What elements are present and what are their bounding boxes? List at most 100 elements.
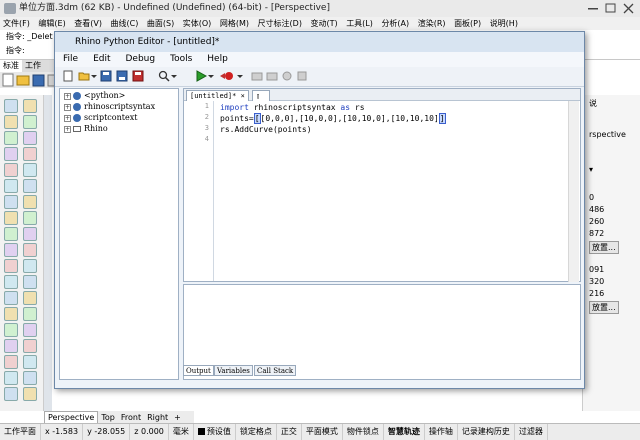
join-tool-icon[interactable] (4, 323, 18, 337)
minimize-icon[interactable] (588, 8, 598, 10)
new-script-icon[interactable] (62, 70, 74, 82)
save-all-icon[interactable] (116, 70, 128, 82)
module-tree[interactable]: + <python> + rhinoscriptsyntax + scriptcont… (59, 88, 179, 380)
rhino-menu-tools[interactable]: 工具(L) (346, 19, 373, 28)
trim-tool-icon[interactable] (4, 307, 18, 321)
split-tool-icon[interactable] (23, 307, 37, 321)
rhino-menu-solid[interactable]: 实体(O) (183, 19, 212, 28)
tree-item-rhino[interactable]: + Rhino (64, 124, 108, 134)
tab-call-stack[interactable]: Call Stack (254, 365, 297, 376)
status-grid-snap[interactable]: 锁定格点 (236, 424, 277, 440)
move-tool-icon[interactable] (4, 259, 18, 273)
rhino-menu-curve[interactable]: 曲线(C) (111, 19, 139, 28)
panel-place-button[interactable]: 放置... (589, 241, 619, 254)
menu-debug[interactable]: Debug (126, 54, 156, 64)
extrude-tool-icon[interactable] (23, 195, 37, 209)
dimension-tool-icon[interactable] (4, 387, 18, 401)
ellipse-tool-icon[interactable] (23, 147, 37, 161)
status-smarttrack[interactable]: 智慧轨迹 (384, 424, 425, 440)
step-into-icon[interactable] (266, 70, 278, 82)
rhino-menu-dimension[interactable]: 尺寸标注(D) (258, 19, 302, 28)
expand-icon[interactable]: + (64, 125, 71, 133)
stop-debug-icon[interactable] (296, 70, 308, 82)
polyline-tool-icon[interactable] (23, 115, 37, 129)
rhino-menu-analyze[interactable]: 分析(A) (381, 19, 409, 28)
document-tab-untitled[interactable]: [untitled]* × (186, 90, 249, 101)
rotate-tool-icon[interactable] (4, 275, 18, 289)
array-tool-icon[interactable] (23, 291, 37, 305)
analyze-tool-icon[interactable] (23, 371, 37, 385)
rhino-window-controls[interactable] (586, 3, 636, 14)
status-planar[interactable]: 平面模式 (302, 424, 343, 440)
rhino-menu-help[interactable]: 说明(H) (490, 19, 518, 28)
menu-file[interactable]: File (63, 54, 78, 64)
rhino-menu-edit[interactable]: 编辑(E) (38, 19, 65, 28)
open-script-icon[interactable] (78, 70, 90, 82)
rhino-menu-render[interactable]: 渲染(R) (418, 19, 446, 28)
rectangle-tool-icon[interactable] (4, 163, 18, 177)
new-tab-button[interactable]: ▯ (252, 90, 270, 101)
panel-place-button[interactable]: 放置... (589, 301, 619, 314)
loft-tool-icon[interactable] (4, 211, 18, 225)
rhino-menu-transform[interactable]: 变动(T) (311, 19, 338, 28)
surface-tool-icon[interactable] (4, 195, 18, 209)
tab-workspace[interactable]: 工作 (22, 60, 44, 72)
curve-tool-icon[interactable] (4, 131, 18, 145)
expand-icon[interactable]: + (64, 114, 71, 122)
select-tool-icon[interactable] (4, 99, 18, 113)
snap-tool-icon[interactable] (4, 371, 18, 385)
polygon-tool-icon[interactable] (23, 163, 37, 177)
find-dropdown-chevron-icon[interactable] (171, 70, 177, 82)
rhino-menu-panels[interactable]: 面板(P) (454, 19, 481, 28)
fillet-tool-icon[interactable] (23, 243, 37, 257)
status-layer[interactable]: 预设值 (194, 424, 236, 440)
copy-tool-icon[interactable] (23, 259, 37, 273)
point-tool-icon[interactable] (23, 99, 37, 113)
rhino-menu-mesh[interactable]: 网格(M) (220, 19, 249, 28)
menu-edit[interactable]: Edit (93, 54, 110, 64)
status-gumball[interactable]: 操作轴 (425, 424, 458, 440)
tree-item-rhinoscriptsyntax[interactable]: + rhinoscriptsyntax (64, 102, 155, 112)
save-as-icon[interactable] (132, 70, 144, 82)
panel-tab-help[interactable]: 说 (589, 98, 597, 109)
render-tool-icon[interactable] (23, 387, 37, 401)
menu-help[interactable]: Help (207, 54, 228, 64)
find-icon[interactable] (158, 70, 170, 82)
boolean-tool-icon[interactable] (4, 243, 18, 257)
rhino-menu-view[interactable]: 查看(V) (74, 19, 102, 28)
box-tool-icon[interactable] (23, 211, 37, 225)
tree-item-scriptcontext[interactable]: + scriptcontext (64, 113, 137, 123)
status-ortho[interactable]: 正交 (277, 424, 302, 440)
mirror-tool-icon[interactable] (4, 291, 18, 305)
tab-variables[interactable]: Variables (214, 365, 253, 376)
run-dropdown-chevron-icon[interactable] (208, 70, 214, 82)
tab-output[interactable]: Output (183, 365, 214, 376)
debug-icon[interactable] (219, 70, 235, 82)
arc-tool-icon[interactable] (4, 147, 18, 161)
close-icon[interactable] (623, 3, 634, 14)
rhino-menu-file[interactable]: 文件(F) (3, 19, 30, 28)
menu-tools[interactable]: Tools (170, 54, 192, 64)
group-tool-icon[interactable] (4, 339, 18, 353)
panel-dropdown-chevron-icon[interactable]: ▾ (589, 165, 593, 174)
status-history[interactable]: 记录建构历史 (458, 424, 515, 440)
lock-tool-icon[interactable] (23, 355, 37, 369)
cylinder-tool-icon[interactable] (23, 227, 37, 241)
run-script-icon[interactable] (195, 70, 207, 82)
rhino-main-toolbox[interactable]: (function(){ const tb = document.current… (0, 95, 44, 411)
debug-dropdown-chevron-icon[interactable] (237, 70, 243, 82)
layer-tool-icon[interactable] (23, 339, 37, 353)
explode-tool-icon[interactable] (23, 323, 37, 337)
tab-standard[interactable]: 标准 (0, 60, 22, 72)
circle-tool-icon[interactable] (23, 131, 37, 145)
code-text[interactable]: import rhinoscriptsyntax as rs points=[[0… (220, 102, 568, 272)
expand-icon[interactable]: + (64, 92, 71, 100)
sphere-tool-icon[interactable] (4, 227, 18, 241)
step-over-icon[interactable] (251, 70, 263, 82)
code-editor-pane[interactable]: [untitled]* × ▯ 1234 import rhinoscripts… (183, 88, 581, 282)
text-tool-icon[interactable] (23, 179, 37, 193)
status-osnap[interactable]: 物件锁点 (343, 424, 384, 440)
scale-tool-icon[interactable] (23, 275, 37, 289)
rhino-menu-surface[interactable]: 曲面(S) (147, 19, 174, 28)
editor-vertical-scrollbar[interactable] (568, 101, 579, 282)
